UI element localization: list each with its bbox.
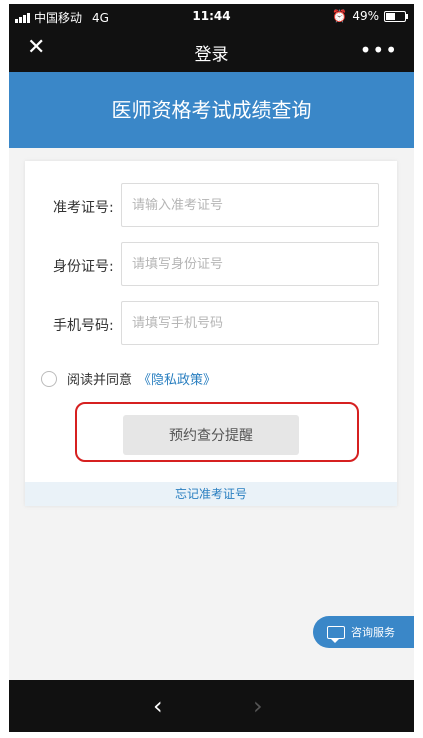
chat-icon [327, 625, 345, 643]
agree-row: 阅读并同意 《隐私政策》 [41, 369, 216, 388]
status-right: ⏰ 49% [332, 9, 408, 23]
forward-arrow-icon[interactable]: › [253, 692, 263, 720]
bottom-toolbar: ‹ › [9, 680, 414, 732]
consult-label: 咨询服务 [351, 626, 395, 639]
id-number-row: 身份证号: [25, 242, 397, 288]
forgot-exam-number-link[interactable]: 忘记准考证号 [25, 482, 397, 506]
exam-number-label: 准考证号: [53, 200, 114, 216]
back-arrow-icon[interactable]: ‹ [153, 692, 163, 720]
nav-bar: ✕ 登录 ••• [9, 28, 414, 72]
page-title: 登录 [194, 45, 229, 65]
header-banner: 医师资格考试成绩查询 [9, 72, 414, 148]
exam-number-row: 准考证号: [25, 183, 397, 229]
more-icon[interactable]: ••• [360, 38, 398, 62]
phone-label: 手机号码: [53, 318, 114, 334]
battery-icon [384, 10, 408, 22]
agree-radio[interactable] [41, 370, 57, 387]
battery-percent: 49% [352, 9, 379, 23]
agree-text: 阅读并同意 [67, 373, 133, 388]
phone-screen: 中国移动 4G 11:44 ⏰ 49% ✕ 登录 ••• 医师资格考试成绩查询 … [9, 4, 414, 732]
banner-title: 医师资格考试成绩查询 [111, 98, 312, 122]
status-bar: 中国移动 4G 11:44 ⏰ 49% [9, 4, 414, 28]
login-form-card: 准考证号: 身份证号: 手机号码: 阅读并同意 《隐私政策》 预约查分提醒 忘记… [25, 161, 397, 506]
exam-number-input[interactable] [121, 183, 379, 227]
id-number-input[interactable] [121, 242, 379, 286]
consult-service-button[interactable]: 咨询服务 [313, 616, 414, 648]
remind-button[interactable]: 预约查分提醒 [123, 415, 299, 455]
phone-input[interactable] [121, 301, 379, 345]
phone-row: 手机号码: [25, 301, 397, 347]
privacy-policy-link[interactable]: 《隐私政策》 [138, 369, 216, 388]
alarm-icon: ⏰ [332, 9, 348, 23]
id-number-label: 身份证号: [53, 259, 114, 275]
